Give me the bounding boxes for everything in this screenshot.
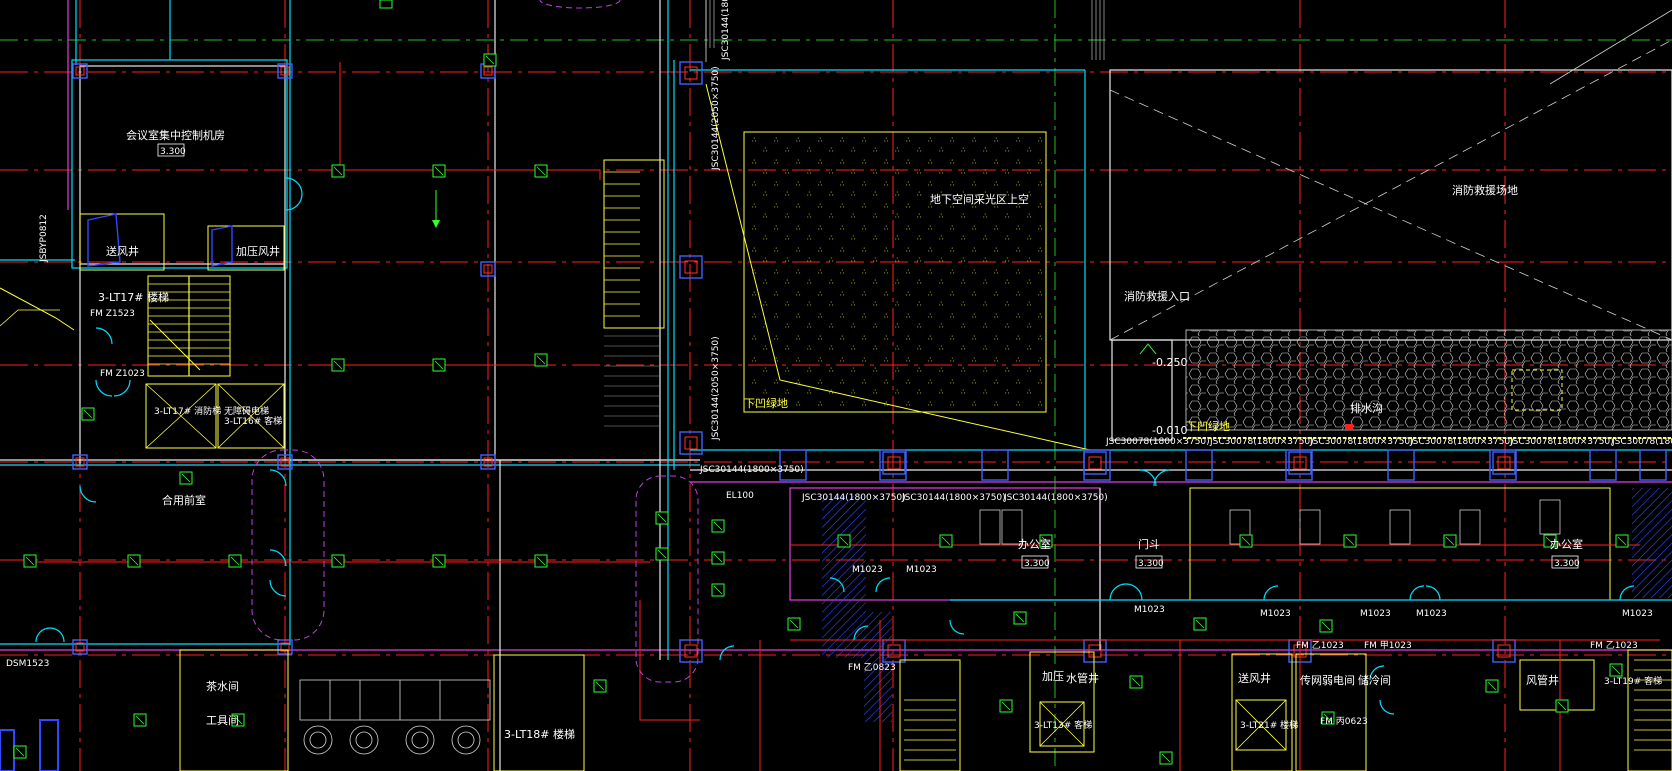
door-tag-10: FM 乙1023 <box>1296 640 1344 651</box>
elev-label: 3.300 <box>160 147 186 157</box>
room-label-office1: 办公室 <box>1018 537 1051 551</box>
room-label-exhaust2: 送风井 <box>1238 671 1271 685</box>
window-tag-9: JSC30078(1800×3750) <box>1509 437 1614 447</box>
door-tag-11: FM 甲1023 <box>1364 640 1412 651</box>
window-tag-8: JSC30078(1800×3750) <box>1409 437 1514 447</box>
room-label-shaft-bottom: 风管井 <box>1526 673 1559 687</box>
room-label-water: 茶水间 <box>206 680 239 693</box>
room-label-elev1: 3-LT17# 消防梯 无障碍电梯 <box>154 405 269 417</box>
window-tag-6: JSC30078(1800×3750) <box>1209 437 1314 447</box>
door-tag-9: M1023 <box>1622 609 1653 619</box>
room-label-drain: 排水沟 <box>1350 401 1383 415</box>
window-tag-1: JSC30144(1800×3750) <box>801 493 906 503</box>
room-label-elev13: 3-LT21# 楼梯 <box>1240 719 1298 731</box>
room-label-elev-c: 3-LT13# 客梯 <box>1034 719 1092 731</box>
room-label-water-well: 水管井 <box>1066 671 1099 685</box>
room-label-green2: 下凹绿地 <box>1186 419 1230 433</box>
elevation-neg-250: -0.250 <box>1152 356 1187 369</box>
room-elev-hall: 3.300 <box>1138 559 1164 569</box>
cad-floor-plan: ∴ ∴ <box>0 0 1672 771</box>
window-tag-v3: JSC30144(1800×3750) <box>721 0 731 61</box>
door-tag-14: DSM1523 <box>6 659 49 669</box>
window-tag-4: JSC30144(1800×3750) <box>699 465 804 475</box>
room-label-hall: 门斗 <box>1138 537 1160 551</box>
door-tag-12: FM 乙0823 <box>848 662 896 673</box>
room-label-tool: 工具间 <box>206 714 239 727</box>
room-label-elev2: 3-LT16# 客梯 <box>224 415 282 427</box>
room-label-stair18: 3-LT18# 楼梯 <box>504 727 575 741</box>
door-tag-2: FM Z1023 <box>100 369 145 379</box>
room-label-prep: 储冷间 <box>1358 673 1391 687</box>
window-tag-v2: JSC30144(2050×3750) <box>711 336 721 441</box>
room-label-green1: 下凹绿地 <box>744 396 788 410</box>
door-tag-1: FM Z1523 <box>90 309 135 319</box>
room-label-lightwell: 地下空间采光区上空 <box>930 192 1029 206</box>
room-label-weak: 传网弱电间 <box>1300 674 1355 687</box>
door-tag-5: M1023 <box>1134 605 1165 615</box>
window-tag-2: JSC30144(1800×3750) <box>901 493 1006 503</box>
elevation-neg-010: -0.010 <box>1152 424 1187 437</box>
window-tag-5: JSC30078(1800×3750) <box>1105 437 1210 447</box>
room-label-control: 会议室集中控制机房 <box>126 128 225 142</box>
room-label-rescue-site: 消防救援场地 <box>1452 183 1518 197</box>
room-label-elev19: 3-LT19# 客梯 <box>1604 675 1662 687</box>
door-tag-8: M1023 <box>1416 609 1447 619</box>
door-tag-4: M1023 <box>906 565 937 575</box>
window-tag-10: JSC30078(1800×3750) <box>1611 437 1672 447</box>
door-tag-6: M1023 <box>1260 609 1291 619</box>
room-label-stair: 3-LT17# 楼梯 <box>98 290 169 304</box>
room-label-pressure: 加压风井 <box>236 244 280 258</box>
note-el: EL100 <box>726 491 754 501</box>
room-label-shaft-c: 加压 <box>1042 670 1064 683</box>
window-tag-7: JSC30078(1800×3750) <box>1309 437 1414 447</box>
door-tag-15: FM 乙1023 <box>1590 640 1638 651</box>
door-tag-7: M1023 <box>1360 609 1391 619</box>
room-label-vestibule: 合用前室 <box>162 493 206 507</box>
room-label-rescue-entry: 消防救援入口 <box>1124 289 1190 303</box>
room-label-office2: 办公室 <box>1550 537 1583 551</box>
room-elev-office2: 3.300 <box>1554 559 1580 569</box>
room-label-exhaust: 送风井 <box>106 244 139 258</box>
note-jsbyp: JSBYP0812 <box>39 214 49 263</box>
door-tag-3: M1023 <box>852 565 883 575</box>
room-elev-office1: 3.300 <box>1024 559 1050 569</box>
door-tag-13: FM 丙0623 <box>1320 716 1368 727</box>
window-tag-v1: JSC30144(2050×3750) <box>711 66 721 171</box>
window-tag-3: JSC30144(1800×3750) <box>1003 493 1108 503</box>
